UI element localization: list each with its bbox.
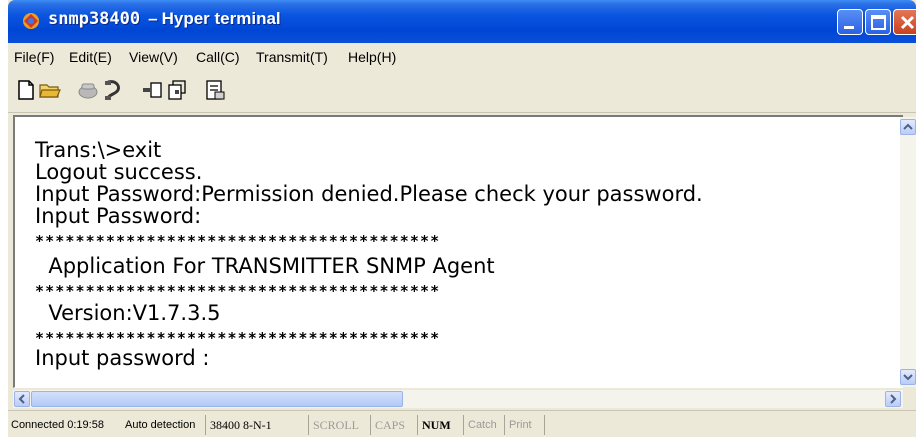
status-divider: [544, 415, 545, 435]
status-print-label: Print: [509, 419, 532, 431]
terminal-line: Trans:\>exit: [35, 138, 162, 162]
chevron-right-icon: [890, 394, 897, 404]
horizontal-scroll-thumb[interactable]: [31, 391, 403, 407]
menu-call[interactable]: Call(C): [196, 49, 240, 65]
status-connected-time: Connected 0:19:58: [8, 415, 104, 435]
receive-file-icon[interactable]: [165, 78, 189, 102]
hyperterminal-app-icon[interactable]: [21, 11, 41, 31]
horizontal-scrollbar[interactable]: [13, 390, 903, 408]
window-title-name: snmp38400: [48, 9, 141, 29]
terminal-line: Input Password:Permission denied.Please …: [35, 182, 703, 206]
toolbar: [8, 70, 916, 113]
maximize-icon: [871, 15, 886, 30]
status-num: NUM: [417, 415, 451, 435]
new-document-icon[interactable]: [14, 78, 38, 102]
terminal-prompt-line: Input password :: [35, 346, 210, 370]
connect-phone-icon[interactable]: [76, 78, 100, 102]
send-file-icon[interactable]: [140, 78, 164, 102]
status-connected-label: Connected 0:19:58: [11, 419, 104, 431]
status-print: Print: [504, 415, 532, 435]
chevron-left-icon: [18, 394, 25, 404]
terminal-line: Input Password:: [35, 204, 202, 228]
menu-help[interactable]: Help(H): [348, 49, 396, 65]
status-detection-label: Auto detection: [125, 419, 196, 431]
scroll-up-button[interactable]: [900, 119, 916, 135]
scroll-right-button[interactable]: [885, 391, 901, 407]
maximize-button[interactable]: [865, 9, 891, 35]
status-caps-label: CAPS: [375, 418, 406, 432]
open-folder-icon[interactable]: [38, 78, 62, 102]
hyperterminal-window: snmp38400– Hyper terminal File(F) Edit(E)…: [0, 0, 916, 437]
terminal-separator-line: ****************************************: [35, 282, 441, 300]
scroll-left-button[interactable]: [14, 391, 30, 407]
window-title-separator: –: [148, 9, 158, 28]
vertical-scrollbar[interactable]: [900, 117, 916, 387]
status-catch-label: Catch: [468, 419, 497, 431]
status-port-label: 38400 8-N-1: [210, 418, 272, 432]
terminal-line: Application For TRANSMITTER SNMP Agent: [35, 254, 495, 278]
window-title-app: Hyper terminal: [161, 9, 281, 28]
menu-view[interactable]: View(V): [129, 49, 178, 65]
close-icon: [900, 15, 915, 30]
menu-transmit[interactable]: Transmit(T): [256, 49, 328, 65]
status-scroll-label: SCROLL: [313, 418, 360, 432]
status-detection: Auto detection: [121, 415, 195, 435]
window-title: snmp38400– Hyper terminal: [48, 9, 281, 29]
chevron-down-icon: [903, 374, 913, 381]
disconnect-phone-icon[interactable]: [102, 78, 126, 102]
status-num-label: NUM: [422, 418, 451, 432]
status-catch: Catch: [463, 415, 497, 435]
status-scroll: SCROLL: [308, 415, 359, 435]
terminal-separator-line: ****************************************: [35, 232, 441, 250]
menu-file[interactable]: File(F): [14, 49, 54, 65]
minimize-icon: [844, 26, 854, 29]
window-left-edge: [0, 0, 8, 437]
menu-bar: File(F) Edit(E) View(V) Call(C) Transmit…: [8, 43, 916, 70]
status-bar: Connected 0:19:58 Auto detection 38400 8…: [8, 410, 916, 437]
status-port-settings: 38400 8-N-1: [205, 415, 272, 435]
terminal-output[interactable]: Trans:\>exit Logout success. Input Passw…: [15, 117, 900, 387]
close-button[interactable]: [893, 9, 916, 35]
menu-edit[interactable]: Edit(E): [69, 49, 112, 65]
status-caps: CAPS: [370, 415, 405, 435]
minimize-button[interactable]: [837, 9, 863, 35]
properties-icon[interactable]: [203, 78, 227, 102]
title-bar[interactable]: snmp38400– Hyper terminal: [8, 0, 916, 43]
terminal-line: Logout success.: [35, 160, 203, 184]
scroll-down-button[interactable]: [900, 369, 916, 385]
terminal-line: Version:V1.7.3.5: [35, 301, 221, 325]
chevron-up-icon: [903, 123, 913, 130]
